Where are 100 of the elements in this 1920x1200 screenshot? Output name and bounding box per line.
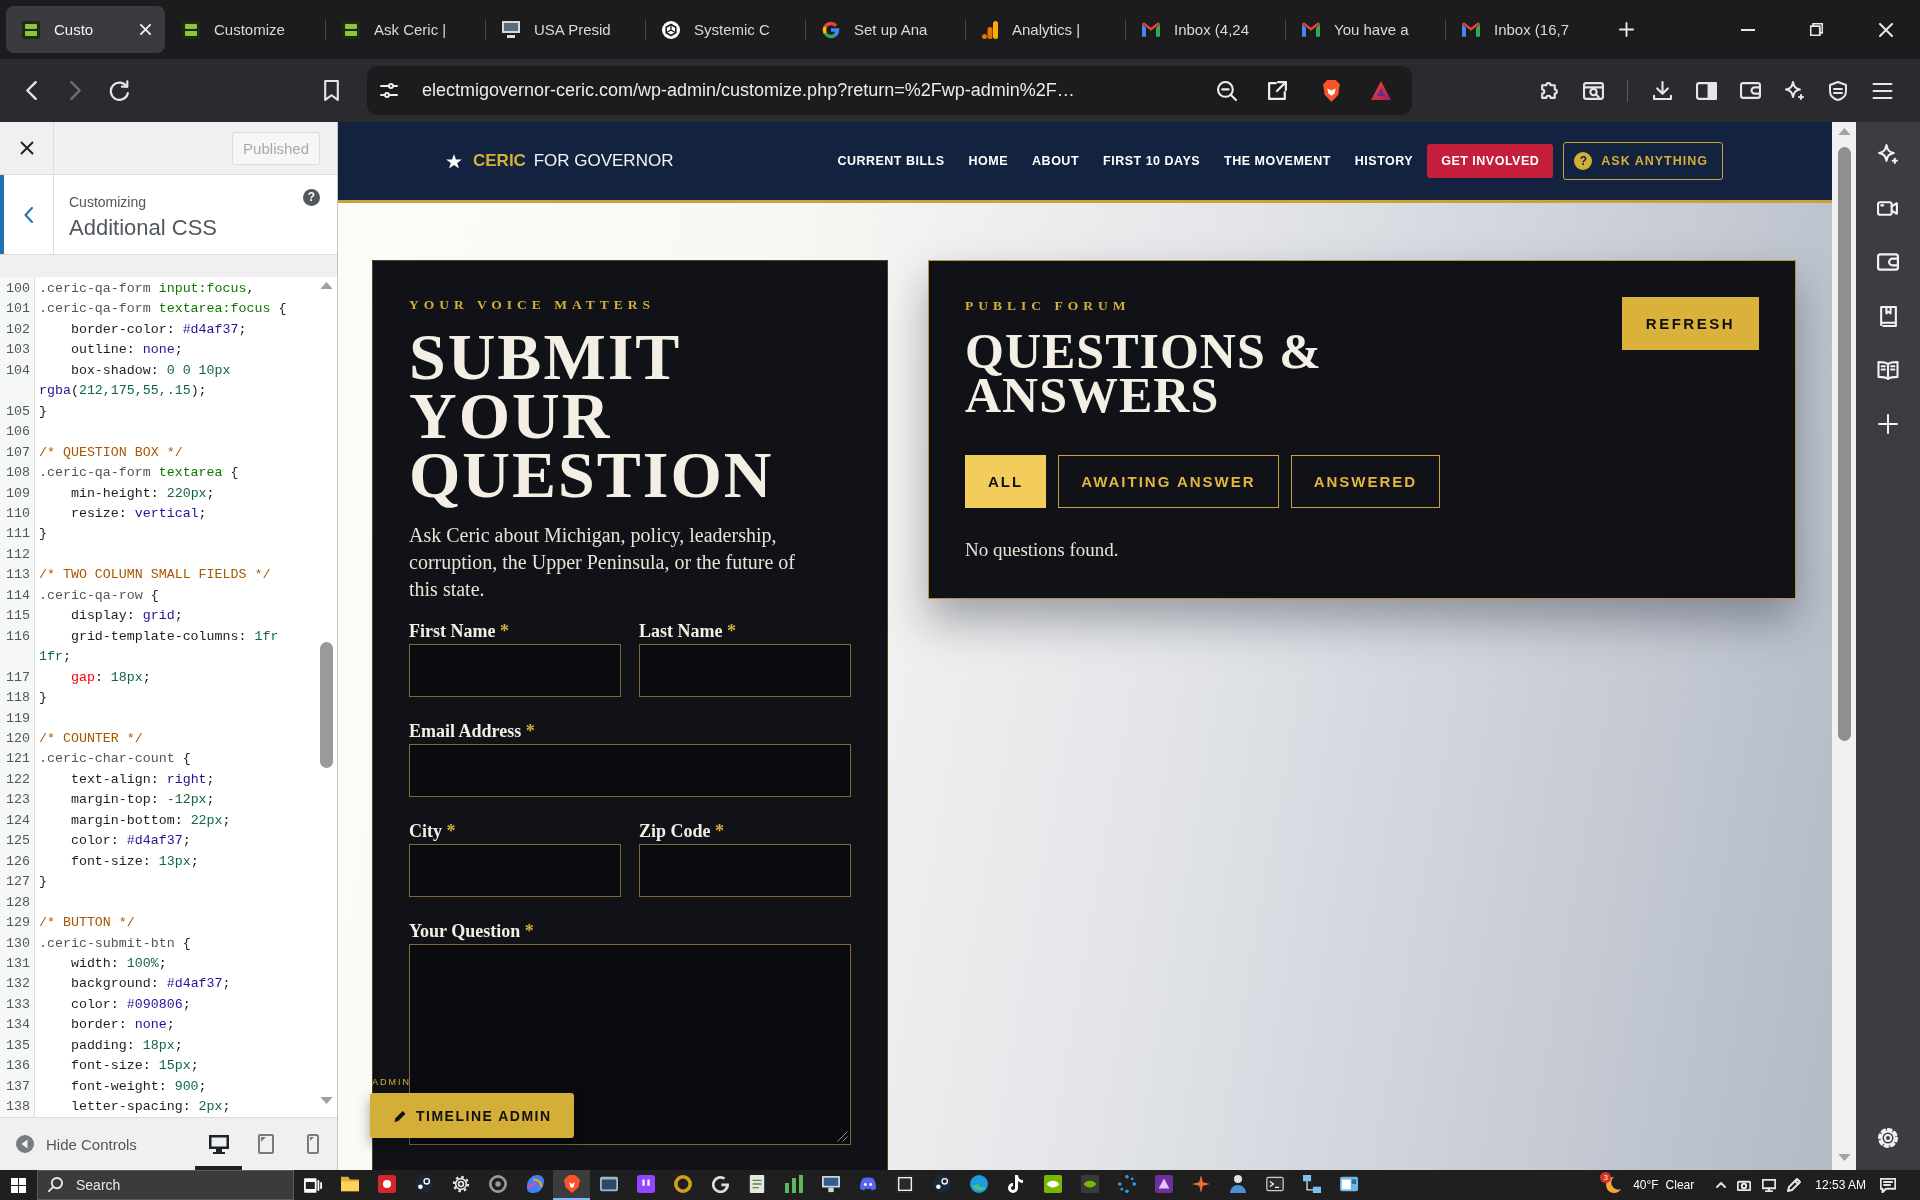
camera-icon[interactable] (1737, 1179, 1752, 1191)
code-line: text-align: right; (69, 770, 216, 789)
line-number: 125 (5, 832, 31, 851)
wallet-icon[interactable] (1739, 82, 1761, 99)
gear-icon[interactable] (1877, 1127, 1899, 1149)
scroll-thumb[interactable] (1837, 147, 1851, 741)
field-label: First Name * (409, 620, 510, 642)
browser-tab[interactable]: Custo (6, 6, 165, 53)
close-icon[interactable] (140, 24, 151, 35)
scroll-up-icon[interactable] (319, 282, 333, 289)
star-icon (446, 153, 462, 169)
input-field[interactable] (409, 644, 621, 697)
nav-link[interactable]: THE MOVEMENT (1224, 154, 1331, 168)
new-tab-icon[interactable] (1619, 22, 1634, 37)
notification-icon[interactable] (1880, 1177, 1896, 1193)
browser-tab[interactable]: Ask Ceric | (326, 6, 485, 53)
line-number: 104 (5, 361, 31, 380)
page-search-icon[interactable] (1582, 81, 1604, 100)
sidebar-icon[interactable] (1695, 81, 1717, 100)
sparkle-icon[interactable] (1877, 143, 1899, 165)
video-camera-icon[interactable] (1877, 200, 1899, 216)
browser-tab[interactable]: Customize (166, 6, 325, 53)
browser-tab[interactable]: Inbox (16,7 (1446, 6, 1605, 53)
nav-link[interactable]: CURRENT BILLS (837, 154, 945, 168)
chevron-up-icon[interactable] (1716, 1182, 1727, 1188)
open-ring-icon (710, 1175, 729, 1193)
input-field[interactable] (639, 644, 851, 697)
filter-tab[interactable]: ANSWERED (1290, 455, 1441, 508)
line-number: 111 (5, 525, 31, 544)
get-involved-button[interactable]: GET INVOLVED (1427, 144, 1554, 178)
nav-link[interactable]: FIRST 10 DAYS (1103, 154, 1201, 168)
line-number: 138 (5, 1098, 31, 1117)
menu-icon[interactable] (1871, 82, 1893, 99)
task-view-icon[interactable] (303, 1177, 322, 1193)
person-icon (1228, 1175, 1247, 1193)
line-number: 118 (5, 689, 31, 708)
filter-tab[interactable]: AWAITING ANSWER (1058, 455, 1279, 508)
shield-icon[interactable] (1829, 80, 1847, 101)
refresh-button[interactable]: REFRESH (1621, 297, 1759, 350)
share-icon[interactable] (1267, 81, 1287, 100)
tune-icon[interactable] (379, 83, 399, 98)
back-button[interactable] (0, 175, 54, 254)
plus-icon[interactable] (1878, 414, 1898, 434)
shield-icon[interactable] (1321, 79, 1341, 102)
code-line: .ceric-qa-form input:focus, (39, 280, 256, 298)
open-book-icon[interactable] (1877, 360, 1899, 380)
browser-tab[interactable]: Systemic C (646, 6, 805, 53)
start-icon[interactable] (11, 1177, 26, 1193)
line-number: 116 (5, 627, 31, 646)
book-icon[interactable] (1879, 305, 1897, 327)
code-line: } (39, 873, 48, 892)
close-icon[interactable] (1878, 22, 1893, 37)
monitor-icon[interactable] (1762, 1178, 1777, 1192)
reload-icon[interactable] (108, 79, 130, 102)
nav-link[interactable]: HOME (968, 154, 1009, 168)
input-field[interactable] (409, 744, 851, 797)
browser-tab[interactable]: Set up Ana (806, 6, 965, 53)
app-tile-icon (1043, 1175, 1062, 1193)
scroll-down-icon[interactable] (319, 1097, 333, 1104)
input-field[interactable] (639, 844, 851, 897)
wallet-icon[interactable] (1877, 253, 1899, 271)
resize-grip-icon[interactable] (837, 1131, 848, 1142)
triangle-icon[interactable] (1371, 81, 1391, 100)
nav-link[interactable]: ABOUT (1032, 154, 1080, 168)
pen-icon[interactable] (1787, 1178, 1802, 1192)
hide-controls-button[interactable]: Hide Controls (0, 1118, 143, 1170)
timeline-admin-button[interactable]: TIMELINE ADMIN (370, 1093, 574, 1138)
download-icon[interactable] (1652, 81, 1672, 100)
notification-count: 3 (1600, 1171, 1612, 1183)
browser-tab[interactable]: You have a (1286, 6, 1445, 53)
search-field[interactable]: Search (37, 1170, 294, 1200)
code-line: font-size: 15px; (69, 1057, 200, 1076)
sparkle-icon[interactable] (1783, 80, 1805, 101)
question-field[interactable] (409, 944, 851, 1145)
input-field[interactable] (409, 844, 621, 897)
bar-chart-icon (982, 20, 998, 39)
forward-icon[interactable] (69, 81, 81, 100)
browser-tab[interactable]: Analytics | (966, 6, 1125, 53)
disc-icon (932, 1175, 951, 1193)
help-icon[interactable]: ? (303, 189, 320, 206)
minimize-icon[interactable] (1740, 28, 1755, 31)
field-label: City * (409, 820, 457, 842)
filter-tab[interactable]: ALL (965, 455, 1047, 508)
field-label: Your Question * (409, 920, 535, 942)
moon-icon[interactable] (1605, 1176, 1622, 1194)
nav-link[interactable]: HISTORY (1354, 154, 1414, 168)
browser-tab[interactable]: USA Presid (486, 6, 645, 53)
puzzle-icon[interactable] (1538, 80, 1560, 101)
scroll-thumb[interactable] (319, 642, 333, 768)
ask-button[interactable]: ? ASK ANYTHING (1563, 142, 1723, 180)
bookmark-icon[interactable] (323, 80, 339, 101)
code-line: .ceric-qa-form textarea:focus { (39, 300, 288, 319)
address-bar[interactable]: electmigovernor-ceric.com/wp-admin/customize.php?return=%2Fwp-admin%2F… (367, 66, 1412, 115)
browser-tab[interactable]: Inbox (4,24 (1126, 6, 1285, 53)
restore-icon[interactable] (1810, 23, 1823, 36)
line-number: 129 (5, 914, 31, 933)
zoom-out-icon[interactable] (1217, 80, 1237, 101)
panel-title: Additional CSS (69, 214, 218, 242)
line-number: 112 (5, 545, 31, 564)
back-icon[interactable] (25, 81, 37, 100)
